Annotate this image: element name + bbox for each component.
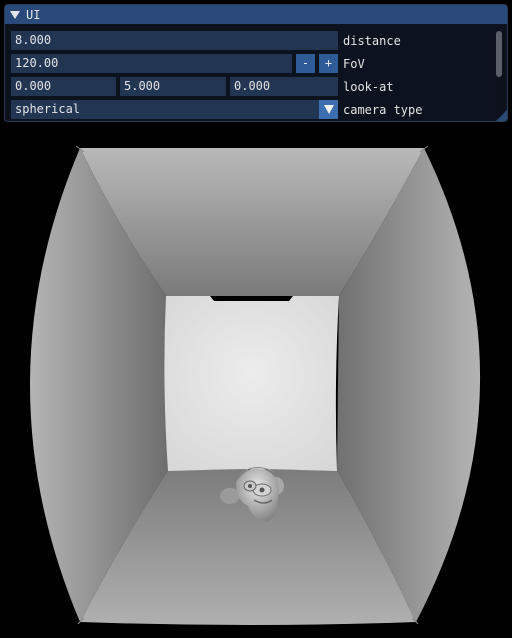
distance-input[interactable]: 8.000 [11, 31, 338, 50]
look-at-row: 0.000 5.000 0.000 look-at [11, 77, 394, 96]
fov-increment-button[interactable]: + [319, 54, 338, 73]
fov-input[interactable]: 120.00 [11, 54, 292, 73]
camera-type-row: spherical camera type [11, 100, 422, 119]
ui-panel[interactable]: UI 8.000 distance 120.00 - + FoV 0.000 5… [4, 4, 508, 122]
panel-title: UI [26, 7, 41, 22]
dropdown-arrow-icon[interactable] [319, 100, 338, 119]
collapse-triangle-icon[interactable] [10, 10, 20, 19]
look-at-y-input[interactable]: 5.000 [120, 77, 226, 96]
look-at-x-input[interactable]: 0.000 [11, 77, 116, 96]
scrollbar-thumb[interactable] [496, 31, 502, 77]
look-at-z-input[interactable]: 0.000 [230, 77, 338, 96]
resize-grip-icon[interactable] [496, 110, 507, 121]
fov-decrement-button[interactable]: - [296, 54, 315, 73]
fov-row: 120.00 - + FoV [11, 54, 365, 73]
fov-label: FoV [343, 56, 365, 71]
panel-titlebar[interactable]: UI [5, 5, 507, 24]
camera-type-select[interactable]: spherical [11, 100, 319, 119]
look-at-label: look-at [343, 79, 394, 94]
camera-type-label: camera type [343, 102, 423, 117]
distance-row: 8.000 distance [11, 31, 401, 50]
distance-label: distance [343, 33, 401, 48]
panel-scrollbar[interactable] [495, 27, 503, 119]
room-back-wall [164, 296, 339, 471]
